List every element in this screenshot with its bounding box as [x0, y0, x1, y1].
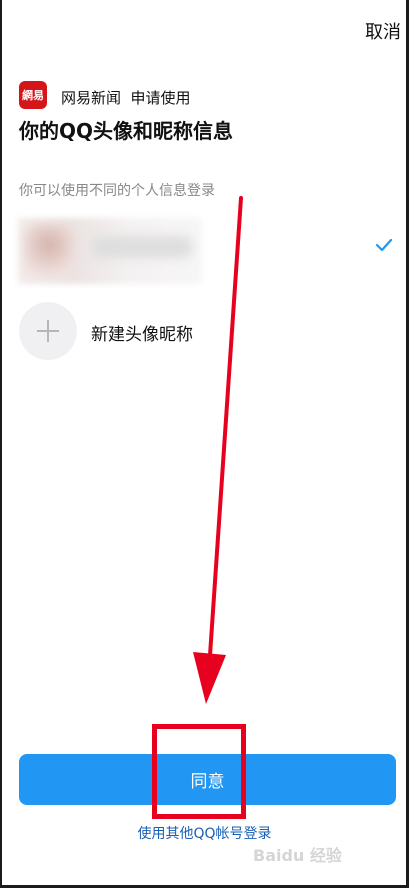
baidu-watermark-logo: Baidu 经验	[253, 846, 343, 865]
other-account-login-link[interactable]: 使用其他QQ帐号登录	[0, 823, 409, 843]
svg-text:Baidu 经验: Baidu 经验	[253, 846, 343, 865]
agree-button[interactable]: 同意	[19, 754, 396, 805]
